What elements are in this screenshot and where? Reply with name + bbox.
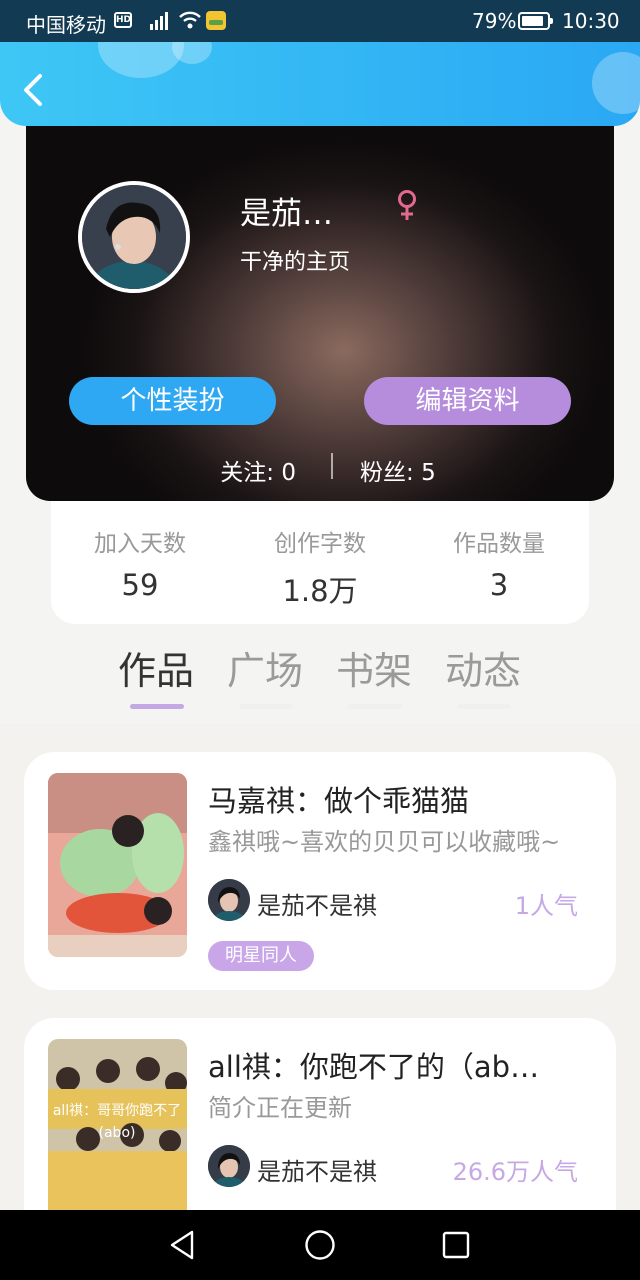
author-name: 是茄不是祺 <box>257 892 377 920</box>
carrier-name: 中国移动 <box>26 13 106 37</box>
work-cover: all祺：哥哥你跑不了 (abo) <box>48 1039 187 1223</box>
stat-works-count: 作品数量 3 <box>419 524 579 602</box>
app-notification-icon <box>206 11 226 30</box>
decor-bubble <box>592 52 640 114</box>
edit-profile-button[interactable]: 编辑资料 <box>364 377 571 425</box>
genre-tag[interactable]: 明星同人 <box>208 941 314 971</box>
system-nav-bar <box>0 1210 640 1280</box>
work-desc: 鑫祺哦~喜欢的贝贝可以收藏哦~ <box>208 828 561 856</box>
following-count: 0 <box>281 460 296 486</box>
work-title: all祺：你跑不了的（ab… <box>208 1050 540 1084</box>
cover-text: all祺：哥哥你跑不了 <box>53 1103 181 1119</box>
nav-recents-icon[interactable] <box>439 1228 473 1262</box>
clock: 10:30 <box>562 9 620 33</box>
user-name: 是茄… <box>240 196 333 232</box>
work-cover <box>48 773 187 957</box>
fans-label: 粉丝: <box>360 460 414 486</box>
popularity: 1人气 <box>514 892 578 920</box>
avatar[interactable] <box>78 181 190 293</box>
tab-bookshelf[interactable]: 书架 <box>324 640 424 695</box>
female-icon <box>398 190 416 220</box>
battery-icon <box>518 12 553 30</box>
battery-percent: 79% <box>472 9 517 33</box>
following-stat[interactable]: 关注: 0 <box>220 453 296 487</box>
cover-text: (abo) <box>99 1125 136 1141</box>
hd-icon: HD <box>114 12 132 28</box>
tab-indicator <box>348 704 402 709</box>
fans-count: 5 <box>421 460 436 486</box>
tab-indicator <box>457 704 511 709</box>
follow-stats: 关注: 0 粉丝: 5 <box>26 451 614 487</box>
stat-value: 3 <box>489 568 509 602</box>
cover-image <box>48 773 187 957</box>
divider <box>331 453 333 479</box>
fans-stat[interactable]: 粉丝: 5 <box>360 453 436 487</box>
wifi-icon <box>179 11 201 29</box>
cover-image: all祺：哥哥你跑不了 (abo) <box>48 1039 187 1223</box>
author-avatar <box>208 1145 250 1187</box>
works-list: 马嘉祺：做个乖猫猫 鑫祺哦~喜欢的贝贝可以收藏哦~ 是茄不是祺 1人气 明星同人… <box>0 724 640 1256</box>
stat-value: 59 <box>121 568 159 602</box>
author-avatar <box>208 879 250 921</box>
back-button[interactable] <box>18 70 52 110</box>
profile-card: 是茄… 干净的主页 个性装扮 编辑资料 关注: 0 粉丝: 5 <box>26 106 614 501</box>
stat-label: 作品数量 <box>453 531 545 557</box>
nav-back-icon[interactable] <box>166 1228 200 1262</box>
work-desc: 简介正在更新 <box>208 1094 352 1122</box>
tab-indicator <box>239 704 293 709</box>
signal-icon <box>150 12 172 30</box>
top-header <box>0 42 640 126</box>
popularity: 26.6万人气 <box>452 1158 578 1186</box>
dress-up-button[interactable]: 个性装扮 <box>69 377 276 425</box>
following-label: 关注: <box>220 460 275 486</box>
tab-plaza[interactable]: 广场 <box>215 640 315 695</box>
user-bio: 干净的主页 <box>240 250 351 275</box>
stat-value: 1.8万 <box>282 574 358 608</box>
work-card[interactable]: 马嘉祺：做个乖猫猫 鑫祺哦~喜欢的贝贝可以收藏哦~ 是茄不是祺 1人气 明星同人 <box>24 752 616 990</box>
work-title: 马嘉祺：做个乖猫猫 <box>208 784 470 818</box>
tab-indicator-active <box>130 704 184 709</box>
stat-label: 加入天数 <box>94 531 186 557</box>
avatar-image <box>82 185 186 289</box>
stat-label: 创作字数 <box>274 531 366 557</box>
stat-join-days: 加入天数 59 <box>60 524 220 602</box>
stat-word-count: 创作字数 1.8万 <box>240 524 400 610</box>
tab-works[interactable]: 作品 <box>106 640 206 695</box>
tab-activity[interactable]: 动态 <box>433 640 533 695</box>
status-bar: 中国移动 HD 79% 10:30 <box>0 0 640 42</box>
profile-tabs: 作品 广场 书架 动态 <box>0 640 640 720</box>
author-name: 是茄不是祺 <box>257 1158 377 1186</box>
nav-home-icon[interactable] <box>303 1228 337 1262</box>
